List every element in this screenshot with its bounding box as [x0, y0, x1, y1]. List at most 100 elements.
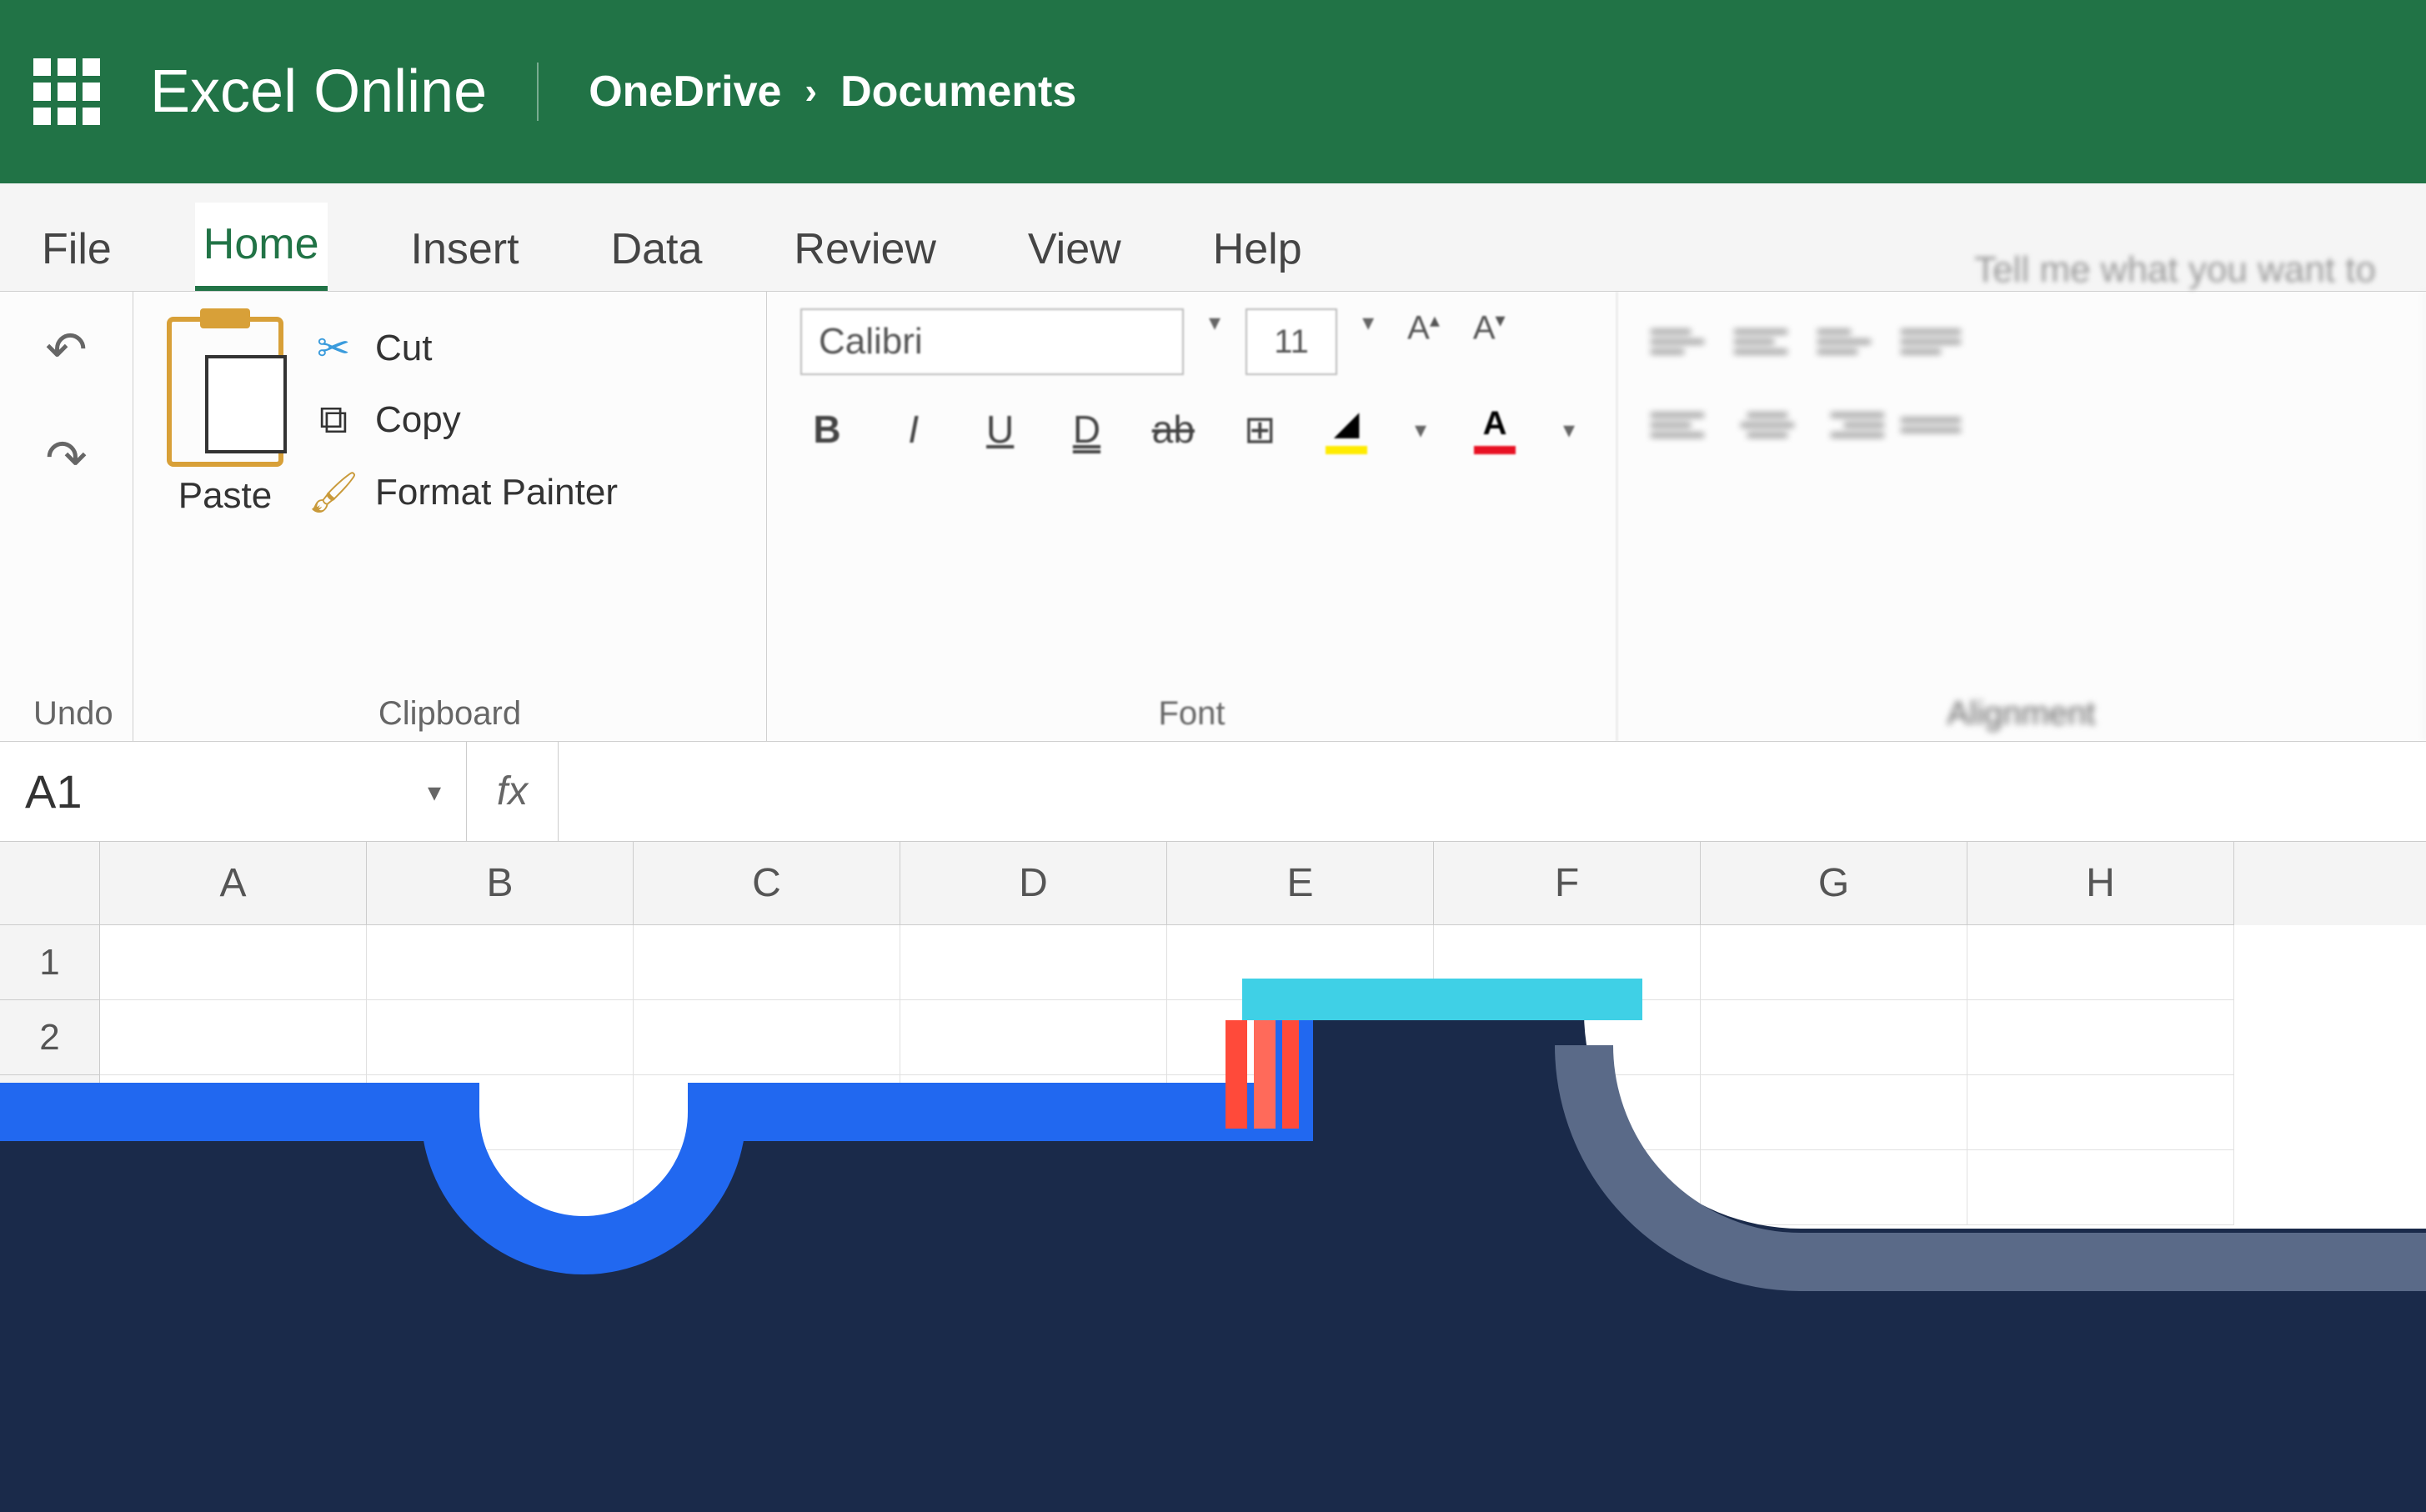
cell[interactable] — [900, 925, 1167, 1000]
cell[interactable] — [100, 1000, 367, 1075]
align-center-button[interactable] — [1734, 392, 1801, 458]
title-bar: Excel Online OneDrive › Documents — [0, 0, 2426, 183]
cell[interactable] — [1701, 1075, 1967, 1150]
cell[interactable] — [1434, 1000, 1701, 1075]
borders-button[interactable]: ⊞ — [1233, 400, 1286, 458]
cell[interactable] — [634, 1075, 900, 1150]
chevron-down-icon[interactable]: ▾ — [1406, 416, 1435, 443]
cell[interactable] — [1701, 1000, 1967, 1075]
column-header[interactable]: F — [1434, 842, 1701, 925]
cell[interactable] — [100, 1075, 367, 1150]
cell[interactable] — [1967, 925, 2234, 1000]
underline-button[interactable]: U — [974, 400, 1027, 458]
cell[interactable] — [1434, 1150, 1701, 1225]
wrap-text-button[interactable] — [1901, 308, 1967, 375]
cell[interactable] — [1434, 1075, 1701, 1150]
redo-button[interactable]: ↷ — [33, 417, 99, 500]
clipboard-group: Paste ✂ Cut ⧉ Copy 🖌 Format Painter Clip… — [133, 292, 767, 741]
merge-button[interactable] — [1901, 392, 1967, 458]
align-right-button[interactable] — [1817, 392, 1884, 458]
chevron-down-icon[interactable]: ▾ — [428, 776, 466, 808]
row-header[interactable]: 2 — [0, 1000, 100, 1075]
cell[interactable] — [1167, 925, 1434, 1000]
align-top-button[interactable] — [1651, 308, 1717, 375]
name-box[interactable]: A1 ▾ — [0, 742, 467, 841]
cell[interactable] — [634, 925, 900, 1000]
tab-home[interactable]: Home — [195, 203, 328, 291]
row-header[interactable]: 4 — [0, 1150, 100, 1225]
column-header[interactable]: B — [367, 842, 634, 925]
cell[interactable] — [100, 1150, 367, 1225]
row-header[interactable]: 1 — [0, 925, 100, 1000]
bold-button[interactable]: B — [800, 400, 854, 458]
cell[interactable] — [367, 925, 634, 1000]
chevron-down-icon[interactable]: ▾ — [1354, 308, 1382, 375]
copy-button[interactable]: ⧉ Copy — [308, 397, 618, 443]
grow-font-button[interactable]: A▴ — [1399, 308, 1448, 375]
align-middle-button[interactable] — [1734, 308, 1801, 375]
cell[interactable] — [634, 1000, 900, 1075]
align-bottom-button[interactable] — [1817, 308, 1884, 375]
tab-insert[interactable]: Insert — [403, 208, 528, 291]
tab-help[interactable]: Help — [1205, 208, 1311, 291]
paintbrush-icon: 🖌 — [308, 468, 358, 516]
cell[interactable] — [367, 1075, 634, 1150]
fx-icon[interactable]: fx — [467, 742, 559, 841]
cell[interactable] — [100, 925, 367, 1000]
column-header[interactable]: E — [1167, 842, 1434, 925]
italic-button[interactable]: I — [887, 400, 940, 458]
tab-view[interactable]: View — [1020, 208, 1130, 291]
cell[interactable] — [1434, 925, 1701, 1000]
cell[interactable] — [1967, 1150, 2234, 1225]
tell-me-search[interactable]: Tell me what you want to — [1974, 249, 2376, 291]
tab-file[interactable]: File — [33, 208, 120, 291]
column-header[interactable]: C — [634, 842, 900, 925]
formula-input[interactable] — [559, 742, 2426, 841]
column-header[interactable]: A — [100, 842, 367, 925]
spreadsheet-grid[interactable]: 1 2 3 4 — [0, 925, 2426, 1225]
cell[interactable] — [367, 1150, 634, 1225]
column-header[interactable]: G — [1701, 842, 1967, 925]
borders-icon: ⊞ — [1244, 407, 1276, 452]
font-name-select[interactable]: Calibri — [800, 308, 1184, 375]
format-painter-button[interactable]: 🖌 Format Painter — [308, 468, 618, 516]
double-underline-button[interactable]: D — [1060, 400, 1114, 458]
font-size-select[interactable]: 11 — [1246, 308, 1337, 375]
app-launcher-icon[interactable] — [33, 58, 100, 125]
cell[interactable] — [1701, 1150, 1967, 1225]
strikethrough-button[interactable]: ab — [1146, 400, 1200, 458]
fill-color-button[interactable]: ◢ — [1320, 400, 1373, 458]
cut-button[interactable]: ✂ Cut — [308, 325, 618, 372]
row-header[interactable]: 3 — [0, 1075, 100, 1150]
paste-button[interactable]: Paste — [167, 308, 283, 687]
cell[interactable] — [1167, 1150, 1434, 1225]
breadcrumb[interactable]: OneDrive › Documents — [589, 67, 1076, 117]
breadcrumb-segment[interactable]: Documents — [840, 67, 1076, 117]
group-label-undo: Undo — [33, 687, 99, 733]
chevron-down-icon[interactable]: ▾ — [1555, 416, 1583, 443]
undo-button[interactable]: ↶ — [33, 308, 99, 392]
undo-icon: ↶ — [45, 321, 87, 379]
select-all-corner[interactable] — [0, 842, 100, 925]
app-name: Excel Online — [150, 58, 487, 126]
font-color-button[interactable]: A — [1468, 400, 1521, 458]
column-header[interactable]: D — [900, 842, 1167, 925]
tab-data[interactable]: Data — [603, 208, 711, 291]
breadcrumb-segment[interactable]: OneDrive — [589, 67, 781, 117]
tab-review[interactable]: Review — [785, 208, 945, 291]
chevron-down-icon[interactable]: ▾ — [1200, 308, 1229, 375]
cell[interactable] — [900, 1075, 1167, 1150]
cell[interactable] — [900, 1000, 1167, 1075]
cell[interactable] — [367, 1000, 634, 1075]
cell[interactable] — [1701, 925, 1967, 1000]
cell[interactable] — [1167, 1000, 1434, 1075]
undo-group: ↶ ↷ Undo — [0, 292, 133, 741]
cell[interactable] — [1967, 1000, 2234, 1075]
column-header[interactable]: H — [1967, 842, 2234, 925]
cell[interactable] — [900, 1150, 1167, 1225]
cell[interactable] — [1167, 1075, 1434, 1150]
cell[interactable] — [634, 1150, 900, 1225]
shrink-font-button[interactable]: A▾ — [1465, 308, 1514, 375]
align-left-button[interactable] — [1651, 392, 1717, 458]
cell[interactable] — [1967, 1075, 2234, 1150]
